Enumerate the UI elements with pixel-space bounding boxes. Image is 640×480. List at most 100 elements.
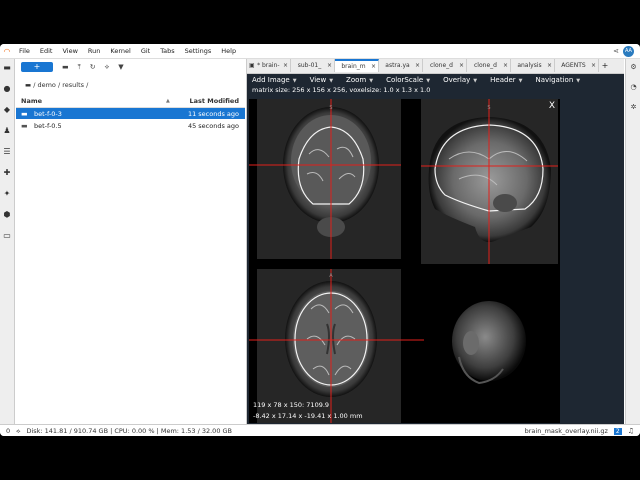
menu-view[interactable]: View — [57, 47, 82, 55]
file-browser-toolbar: + ▬ ⤒ ↻ ⟡ ▼ — [15, 59, 246, 75]
property-inspector-icon[interactable]: ⚙ — [630, 63, 636, 71]
running-icon[interactable]: ● — [3, 84, 12, 93]
file-browser: + ▬ ⤒ ↻ ⟡ ▼ ▬ / demo / results / Name ▲ … — [15, 59, 247, 424]
nifti-viewer-panel: ▣ * brain- × sub-01_ × brain_m × astra.ya × c… — [247, 59, 624, 424]
left-activity-bar: ▬ ● ◆ ♟ ☰ ✚ ✦ ⬢ ▭ — [0, 59, 15, 428]
folder-icon[interactable]: ▬ — [25, 81, 33, 89]
folder-icon: ▬ — [21, 109, 28, 118]
menu-help[interactable]: Help — [216, 47, 241, 55]
file-list-header: Name ▲ Last Modified — [16, 95, 245, 108]
coronal-superior-label: S — [329, 105, 332, 111]
viewer-menu-zoom[interactable]: Zoom ▼ — [346, 76, 383, 84]
chat-icon[interactable]: ▭ — [3, 231, 12, 240]
mri-canvas[interactable]: S S A X 119 x 78 x 150: 7109.9 -8.42 x 1… — [249, 99, 560, 423]
filter-icon[interactable]: ▼ — [118, 63, 123, 71]
new-folder-icon[interactable]: ▬ — [62, 63, 69, 71]
menu-kernel[interactable]: Kernel — [105, 47, 135, 55]
close-icon[interactable]: × — [327, 62, 332, 69]
upload-icon[interactable]: ⤒ — [78, 63, 81, 72]
coronal-view[interactable] — [249, 99, 401, 259]
tab-analysis[interactable]: analysis × — [511, 59, 555, 72]
surface-render-view[interactable] — [452, 301, 526, 385]
chevron-down-icon: ▼ — [329, 77, 334, 84]
axial-anterior-label: A — [329, 273, 333, 279]
viewer-menu-overlay[interactable]: Overlay ▼ — [443, 76, 487, 84]
bell-icon[interactable]: ♫ — [628, 427, 634, 435]
viewer-menu-navigation[interactable]: Navigation ▼ — [536, 76, 591, 84]
tab-clone-1[interactable]: clone_d × — [423, 59, 467, 72]
viewer-menu-colorscale[interactable]: ColorScale ▼ — [386, 76, 440, 84]
folder-icon: ▬ — [21, 121, 28, 130]
matrix-info: matrix size: 256 x 156 x 256, voxelsize:… — [252, 86, 431, 94]
resource-usage: Disk: 141.81 / 910.74 GB | CPU: 0.00 % |… — [26, 427, 233, 435]
current-file-name: brain_mask_overlay.nii.gz — [524, 427, 608, 435]
file-row[interactable]: ▬ bet-f-0.5 45 seconds ago — [16, 120, 245, 131]
tab-sub-01[interactable]: sub-01_ × — [291, 59, 335, 72]
extension-icon[interactable]: ✚ — [3, 168, 12, 177]
viewer-menu-header[interactable]: Header ▼ — [490, 76, 532, 84]
users-icon[interactable]: ♟ — [3, 126, 12, 135]
menu-bar: ◠ File Edit View Run Kernel Git Tabs Set… — [0, 44, 640, 59]
menu-file[interactable]: File — [14, 47, 35, 55]
settings-gear-icon[interactable]: ✲ — [631, 103, 637, 111]
simple-mode-count[interactable]: 0 — [6, 427, 10, 435]
sparkle-icon[interactable]: ✦ — [3, 189, 12, 198]
close-icon[interactable]: × — [459, 62, 464, 69]
tab-brain-mask[interactable]: brain_m × — [335, 59, 379, 72]
git-branch-icon[interactable]: ⟡ — [16, 427, 20, 436]
tab-astra-yaml[interactable]: astra.ya × — [379, 59, 423, 72]
menu-edit[interactable]: Edit — [35, 47, 58, 55]
viewer-menu-view[interactable]: View ▼ — [310, 76, 343, 84]
notification-count[interactable]: 2 — [613, 427, 622, 435]
file-name: bet-f-0-3 — [34, 109, 62, 118]
debugger-icon[interactable]: ◔ — [630, 83, 636, 91]
shield-icon[interactable]: ⬢ — [3, 210, 12, 219]
new-launcher-button[interactable]: + — [21, 62, 53, 72]
chevron-down-icon: ▼ — [369, 77, 374, 84]
user-avatar[interactable]: AA — [623, 45, 634, 57]
folder-icon[interactable]: ▬ — [3, 63, 12, 72]
file-name: bet-f-0.5 — [34, 121, 62, 130]
toc-icon[interactable]: ☰ — [3, 147, 12, 156]
column-modified-header[interactable]: Last Modified — [190, 97, 245, 105]
menu-tabs[interactable]: Tabs — [155, 47, 179, 55]
close-icon[interactable]: × — [591, 62, 596, 69]
refresh-icon[interactable]: ↻ — [90, 63, 96, 71]
git-icon[interactable]: ◆ — [3, 105, 12, 114]
close-icon[interactable]: × — [415, 62, 420, 69]
menu-git[interactable]: Git — [136, 47, 155, 55]
column-name-header[interactable]: Name — [16, 97, 166, 105]
tab-brain-notebook[interactable]: ▣ * brain- × — [247, 59, 291, 72]
close-viewer-button[interactable]: X — [549, 101, 555, 111]
menu-run[interactable]: Run — [83, 47, 105, 55]
sort-caret-icon[interactable]: ▲ — [166, 98, 186, 104]
breadcrumb[interactable]: ▬ / demo / results / — [25, 81, 88, 89]
tab-agents[interactable]: AGENTS × — [555, 59, 599, 72]
file-modified: 45 seconds ago — [187, 121, 239, 130]
tab-clone-2[interactable]: clone_d × — [467, 59, 511, 72]
status-bar: 0 ⟡ Disk: 141.81 / 910.74 GB | CPU: 0.00… — [0, 424, 640, 436]
close-icon[interactable]: × — [283, 62, 288, 69]
sagittal-superior-label: S — [487, 105, 490, 111]
chevron-down-icon: ▼ — [576, 77, 581, 84]
add-tab-icon[interactable]: + — [599, 59, 611, 73]
viewer-menu-add-image[interactable]: Add Image ▼ — [252, 76, 307, 84]
mri-slices[interactable]: S S A — [249, 99, 560, 423]
close-icon[interactable]: × — [503, 62, 508, 69]
close-icon[interactable]: × — [547, 62, 552, 69]
share-icon[interactable]: ⋖ — [613, 47, 619, 55]
sagittal-view[interactable] — [421, 99, 558, 264]
axial-view[interactable] — [249, 269, 424, 423]
close-icon[interactable]: × — [371, 63, 376, 70]
right-sidebar: ⚙ ◔ ✲ — [625, 59, 640, 428]
file-row[interactable]: ▬ bet-f-0-3 11 seconds ago — [16, 108, 245, 119]
document-tab-bar: ▣ * brain- × sub-01_ × brain_m × astra.ya × c… — [247, 59, 624, 74]
menu-settings[interactable]: Settings — [180, 47, 217, 55]
voxel-value-readout: 119 x 78 x 150: 7109.9 — [253, 401, 330, 409]
chevron-down-icon: ▼ — [518, 77, 523, 84]
chevron-down-icon: ▼ — [426, 77, 431, 84]
chevron-down-icon: ▼ — [473, 77, 478, 84]
git-clone-icon[interactable]: ⟡ — [105, 63, 110, 72]
breadcrumb-path[interactable]: / demo / results / — [33, 81, 88, 89]
world-coordinate-readout: -8.42 x 17.14 x -19.41 x 1.00 mm — [253, 412, 363, 420]
